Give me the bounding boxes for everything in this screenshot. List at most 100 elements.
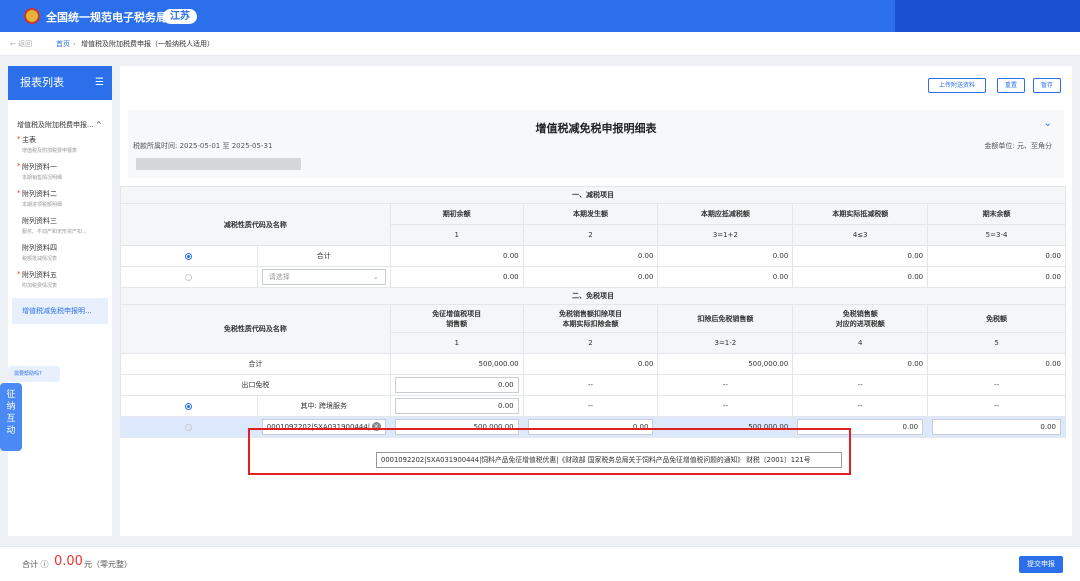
column-header: 扣除后免税销售额 (657, 304, 794, 333)
tax-relief-table: 一、减税项目 减税性质代码及名称 期初余额 本期发生额 本期应抵减税额 本期实际… (120, 186, 1066, 438)
cell-value: -- (792, 395, 929, 417)
column-header: 免税性质代码及名称 (120, 304, 391, 354)
float-char: 互 (6, 414, 16, 424)
form-title: 增值税减免税申报明细表 (535, 122, 657, 135)
sidebar-item-appendix-3[interactable]: 附列资料三 服务、不动产和无形资产扣... (8, 211, 112, 238)
cell-value: 0.00 (389, 266, 524, 288)
sidebar-item-appendix-4[interactable]: 附列资料四 税额抵减情况表 (8, 238, 112, 265)
radio-icon[interactable] (185, 423, 193, 431)
sidebar-item-subtitle: 本期进项税额明细 (22, 202, 63, 208)
column-number: 4≤3 (792, 224, 929, 246)
row-label: 其中: 跨境服务 (256, 395, 391, 417)
cell-value: 0.00 (792, 266, 929, 288)
column-header: 本期发生额 (522, 203, 659, 225)
menu-icon[interactable]: ☰ (95, 66, 104, 100)
sidebar-item-title: 附列资料五 (22, 271, 57, 279)
column-header: 免征增值税项目 销售额 (389, 304, 524, 333)
exempt-tax-cell: 0.00 (927, 416, 1066, 438)
relief-code-select[interactable]: 请选择 ⌄ (261, 269, 386, 285)
chevron-up-icon: ^ (95, 121, 102, 129)
sidebar-item-main[interactable]: * 主表 增值税及附加税费申报表 (8, 130, 112, 157)
float-char: 征 (6, 390, 16, 400)
sidebar-group-label: 增值税及附加税费申报... (17, 121, 94, 129)
column-number: 5 (927, 332, 1066, 354)
float-char: 纳 (6, 402, 16, 412)
interaction-float-button[interactable]: 征 纳 互 动 (0, 383, 22, 451)
reset-button[interactable]: 重置 (997, 78, 1025, 93)
row-label: 合计 (120, 353, 391, 375)
total-amount: 0.00 (54, 554, 83, 569)
radio-icon[interactable] (185, 252, 193, 260)
table-row: 合计 0.00 0.00 0.00 0.00 0.00 (120, 245, 1066, 267)
header-line: 免税销售额扣除项目 (559, 309, 623, 318)
required-star: * (17, 135, 21, 143)
code-tooltip: 0001092202|SXA031900444|饲料产品免征增值税优惠|《财政部… (376, 452, 842, 468)
form-header: 增值税减免税申报明细表 ⌄ 税款所属时间: 2025-05-01 至 2025-… (128, 110, 1064, 178)
exempt-tax-input[interactable]: 0.00 (932, 419, 1061, 435)
breadcrumb-current: 增值税及附加税费申报（一般纳税人适用） (81, 40, 214, 48)
upload-button[interactable]: 上传附送资料 (928, 78, 986, 93)
row-radio-cell[interactable] (120, 266, 258, 288)
row-radio-cell[interactable] (120, 416, 258, 438)
cell-value: 0.00 (522, 353, 659, 375)
total-label: 合计 ⓘ (22, 560, 49, 569)
cell-value: 0.00 (657, 266, 794, 288)
required-star: * (17, 162, 21, 170)
site-title: 全国统一规范电子税务局 (46, 11, 167, 24)
region-badge[interactable]: 江苏 (163, 9, 197, 24)
row-radio-cell[interactable] (120, 395, 258, 417)
section-title: 一、减税项目 (120, 186, 1066, 204)
sidebar-item-title: 附列资料四 (22, 244, 57, 252)
column-header: 本期实际抵减税额 (792, 203, 929, 225)
cell-value: -- (522, 395, 659, 417)
back-link[interactable]: ← 返回 (10, 32, 32, 56)
sidebar-item-subtitle: 附加税费情况表 (22, 283, 58, 289)
submit-button[interactable]: 提交申报 (1019, 556, 1063, 573)
header-line: 扣除后免税销售额 (697, 314, 754, 323)
save-draft-button[interactable]: 暂存 (1033, 78, 1061, 93)
column-number: 2 (522, 224, 659, 246)
sidebar-item-appendix-1[interactable]: * 附列资料一 本期销售情况明细 (8, 157, 112, 184)
cell-value: -- (657, 374, 794, 396)
header-line: 对应的进项税额 (835, 319, 885, 328)
column-header: 本期应抵减税额 (657, 203, 794, 225)
table-row: 其中: 跨境服务 0.00 -- -- -- -- (120, 395, 1066, 417)
radio-icon[interactable] (185, 273, 193, 281)
section-title: 二、免税项目 (120, 287, 1066, 305)
header-line: 免税销售额 (842, 309, 878, 318)
column-number: 4 (792, 332, 929, 354)
cell-value: 0.00 (792, 245, 929, 267)
sidebar-item-title: 附列资料二 (22, 190, 57, 198)
export-amount-input[interactable]: 0.00 (394, 377, 519, 393)
column-number: 2 (522, 332, 659, 354)
sidebar-item-tax-relief[interactable]: 增值税减免税申报明... (12, 298, 108, 324)
section-header-exempt: 二、免税项目 (120, 287, 1066, 305)
header-line: 销售额 (446, 319, 468, 328)
table-row: 免税性质代码及名称 免征增值税项目 销售额 免税销售额扣除项目 本期实际扣除金额 扣… (120, 304, 1066, 354)
row-label: 出口免税 (120, 374, 391, 396)
cell-value: 0.00 (927, 266, 1066, 288)
total-unit: 元（零元整） (84, 560, 132, 569)
sidebar-item-subtitle: 增值税及附加税费申报表 (22, 148, 78, 154)
radio-icon[interactable] (185, 402, 193, 410)
cell-value: 0.00 (389, 245, 524, 267)
required-star: * (17, 189, 21, 197)
sidebar-item-appendix-2[interactable]: * 附列资料二本期进项税额明细 (8, 184, 112, 211)
cell-value: -- (522, 374, 659, 396)
cross-border-amount-input[interactable]: 0.00 (394, 398, 519, 414)
help-tooltip[interactable]: 需要帮助吗? (8, 366, 60, 382)
cell-value: 500,000.00 (657, 353, 794, 375)
row-radio-cell[interactable] (120, 245, 258, 267)
cell-value: 0.00 (927, 245, 1066, 267)
breadcrumb-home[interactable]: 首页 (56, 32, 70, 56)
sidebar-group[interactable]: 增值税及附加税费申报... ^ (8, 120, 112, 130)
table-row: 请选择 ⌄ 0.00 0.00 0.00 0.00 0.00 (120, 266, 1066, 288)
redacted-bar (136, 158, 301, 170)
table-row: 合计 500,000.00 0.00 500,000.00 0.00 0.00 (120, 353, 1066, 375)
sidebar: 报表列表 ☰ 增值税及附加税费申报... ^ * 主表 增值税及附加税费申报表 * 附… (8, 66, 112, 536)
table-row: 出口免税 0.00 -- -- -- -- (120, 374, 1066, 396)
cell-value: -- (927, 374, 1066, 396)
sidebar-item-appendix-5[interactable]: * 附列资料五 附加税费情况表 (8, 265, 112, 292)
table-row: 减税性质代码及名称 期初余额 本期发生额 本期应抵减税额 本期实际抵减税额 期末… (120, 203, 1066, 246)
chevron-down-icon[interactable]: ⌄ (1044, 118, 1052, 129)
